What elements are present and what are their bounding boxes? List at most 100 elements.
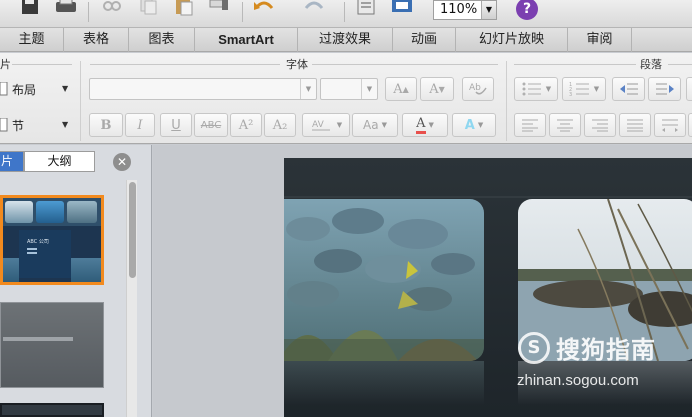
help-button[interactable]: ?: [516, 0, 538, 20]
toolbar-divider: [242, 2, 243, 22]
print-icon[interactable]: [52, 0, 80, 20]
slide-grid-icon[interactable]: [352, 0, 380, 20]
underwater-fish-photo[interactable]: [284, 199, 484, 361]
chevron-down-icon[interactable]: ▼: [62, 120, 68, 129]
thumb-photo: [67, 201, 97, 223]
group-separator: [80, 61, 81, 141]
thumb-title-text: ABC 公司: [27, 239, 49, 245]
font-size-field[interactable]: ▼: [320, 78, 378, 100]
chevron-down-icon[interactable]: ▼: [62, 84, 68, 93]
italic-button[interactable]: I: [125, 113, 155, 137]
standard-toolbar: 110% ▼ ?: [0, 0, 692, 28]
zoom-select[interactable]: 110% ▼: [433, 0, 497, 20]
paragraph-more-button[interactable]: [686, 77, 692, 101]
tab-slides[interactable]: 片: [0, 151, 24, 172]
spell-check-icon[interactable]: Ab: [462, 77, 494, 101]
tab-smartart[interactable]: SmartArt: [195, 28, 298, 52]
superscript-button[interactable]: A²: [230, 113, 262, 137]
align-right-icon[interactable]: [584, 113, 616, 137]
toolbar-divider: [344, 2, 345, 22]
paragraph-more-button[interactable]: [688, 113, 692, 137]
ribbon-tabs: 主题 表格 图表 SmartArt 过渡效果 动画 幻灯片放映 审阅: [0, 28, 692, 52]
distributed-icon[interactable]: [654, 113, 686, 137]
paste-icon[interactable]: [170, 0, 198, 20]
group-separator: [506, 61, 507, 141]
slide-band: [284, 196, 692, 198]
svg-text:3: 3: [569, 92, 572, 97]
thumb-water: [3, 258, 19, 282]
redo-icon[interactable]: [300, 0, 328, 20]
slide-thumbnail[interactable]: [0, 403, 104, 417]
underline-button[interactable]: U: [160, 113, 192, 137]
group-divider: [90, 64, 280, 65]
save-icon[interactable]: [16, 0, 44, 20]
tab-table[interactable]: 表格: [64, 28, 129, 52]
chevron-down-icon[interactable]: ▼: [481, 1, 496, 19]
svg-text:AV: AV: [312, 120, 325, 130]
thumbnail-scrollbar[interactable]: [126, 180, 137, 417]
thumb-text-line: [27, 252, 37, 254]
tab-transitions[interactable]: 过渡效果: [298, 28, 393, 52]
subscript-button[interactable]: A₂: [264, 113, 296, 137]
tab-theme[interactable]: 主题: [0, 28, 64, 52]
cut-icon[interactable]: [98, 0, 126, 20]
thumb-photo: [36, 201, 64, 223]
slide-thumbnail[interactable]: [0, 302, 104, 388]
align-left-icon[interactable]: [514, 113, 546, 137]
slides-group-title: 片: [0, 58, 11, 71]
chevron-down-icon[interactable]: ▼: [300, 79, 316, 99]
tab-animations[interactable]: 动画: [393, 28, 456, 52]
close-icon[interactable]: ✕: [113, 153, 131, 171]
strikethrough-button[interactable]: ABC: [194, 113, 228, 137]
format-painter-icon[interactable]: [205, 0, 233, 20]
watermark-url: zhinan.sogou.com: [517, 372, 639, 389]
align-center-icon[interactable]: [549, 113, 581, 137]
thumb-text-line: [27, 248, 37, 250]
slide-navigator: 片 大纲 ✕ ABC 公司: [0, 145, 152, 417]
font-color-letter: A: [416, 116, 426, 134]
font-color-button[interactable]: A ▼: [402, 113, 448, 137]
font-group-title: 字体: [286, 58, 308, 71]
change-case-button[interactable]: Aa ▼: [352, 113, 398, 137]
group-divider: [12, 64, 72, 65]
tab-slideshow[interactable]: 幻灯片放映: [456, 28, 568, 52]
bullet-list-icon[interactable]: ▼: [514, 77, 558, 101]
bold-button[interactable]: B: [89, 113, 123, 137]
group-divider: [514, 64, 636, 65]
sogou-logo-icon: S: [518, 331, 550, 364]
slide-thumbnail-selected[interactable]: ABC 公司: [0, 195, 104, 285]
tab-review[interactable]: 审阅: [568, 28, 632, 52]
increase-indent-icon[interactable]: [648, 77, 681, 101]
powerpoint-window: 110% ▼ ? 主题 表格 图表 SmartArt 过渡效果 动画 幻灯片放映…: [0, 0, 692, 417]
copy-icon[interactable]: [134, 0, 162, 20]
text-effects-button[interactable]: A ▼: [452, 113, 496, 137]
section-button-label[interactable]: 节: [12, 117, 24, 134]
increase-font-size-button[interactable]: A ▲: [385, 77, 417, 101]
photo-reflection: [284, 361, 484, 405]
layout-button-label[interactable]: 布局: [12, 81, 36, 98]
justify-icon[interactable]: [619, 113, 651, 137]
section-icon: [0, 117, 8, 136]
ribbon-panel: 片 布局 ▼ 节 ▼ 字体 ▼ ▼ A ▲ A ▼ Ab B I U ABC A² …: [0, 53, 692, 144]
slideshow-icon[interactable]: [388, 0, 416, 20]
sogou-watermark: S 搜狗指南: [518, 330, 656, 365]
thumb-water: [71, 258, 101, 282]
tab-chart[interactable]: 图表: [129, 28, 195, 52]
decrease-indent-icon[interactable]: [612, 77, 645, 101]
svg-text:Ab: Ab: [469, 83, 481, 93]
toolbar-divider: [88, 2, 89, 22]
scrollbar-thumb[interactable]: [129, 182, 136, 278]
paragraph-group-title: 段落: [640, 58, 662, 71]
font-name-field[interactable]: ▼: [89, 78, 317, 100]
undo-icon[interactable]: [250, 0, 278, 20]
watermark-brand: 搜狗指南: [556, 336, 656, 364]
decrease-font-size-button[interactable]: A ▼: [420, 77, 454, 101]
thumb-text-box: ABC 公司: [19, 230, 71, 278]
numbered-list-icon[interactable]: 1 2 3 ▼: [562, 77, 606, 101]
thumb-photo: [5, 201, 33, 223]
zoom-value: 110%: [440, 2, 478, 17]
tab-outline[interactable]: 大纲: [24, 151, 95, 172]
character-spacing-button[interactable]: AV ▼: [302, 113, 350, 137]
group-divider: [312, 64, 498, 65]
chevron-down-icon[interactable]: ▼: [361, 79, 377, 99]
